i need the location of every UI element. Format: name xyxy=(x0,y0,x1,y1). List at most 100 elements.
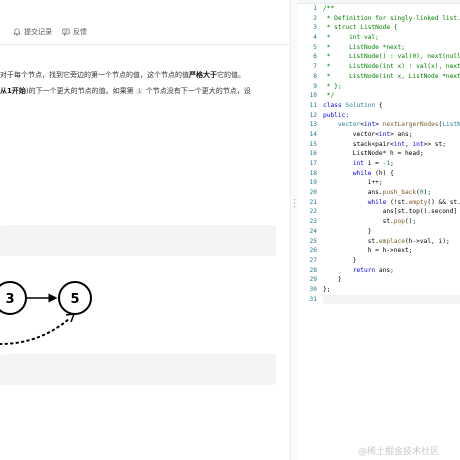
next-larger-dotted-arrow xyxy=(0,317,71,345)
line-number: 15 xyxy=(309,140,317,148)
code-token: Solution xyxy=(345,101,376,109)
code-token: () && st.top().first < h->val) { xyxy=(427,198,460,206)
line-number: 14 xyxy=(309,130,317,138)
drag-handle-icon[interactable] xyxy=(293,198,296,208)
code-token: return xyxy=(352,266,376,274)
code-token: while xyxy=(367,198,387,206)
code-token: } xyxy=(323,227,372,235)
panel-splitter[interactable] xyxy=(290,0,298,460)
code-line[interactable]: * int val; xyxy=(323,33,460,43)
line-number: 3 xyxy=(313,24,317,32)
code-token: } xyxy=(323,256,357,264)
code-line[interactable]: } xyxy=(323,227,460,237)
example-code-block xyxy=(0,225,276,256)
code-token: (h) { xyxy=(371,169,394,177)
line-number: 2 xyxy=(313,14,317,22)
code-token: * ListNode() : val(0), next(nullptr) {} xyxy=(326,53,460,61)
code-token: i++; xyxy=(323,179,383,187)
code-token: ListNode* h = head; xyxy=(323,150,424,158)
example-code-block xyxy=(0,354,276,385)
code-token: class xyxy=(323,101,342,109)
code-token: int xyxy=(378,130,391,138)
code-line[interactable]: return ans; xyxy=(323,266,460,276)
code-line[interactable]: } xyxy=(323,256,460,266)
code-token: pop xyxy=(393,218,405,226)
line-number: 31 xyxy=(309,295,317,303)
line-number: 10 xyxy=(309,92,317,100)
code-editor[interactable]: 1 2 3 4 5 6 7 8 9 10 11 12 13 14 15 16 17 18 19 20 21 22 23 24 2… xyxy=(298,0,460,460)
code-token: }; xyxy=(323,285,331,293)
code-token: /** xyxy=(323,5,335,12)
code-line[interactable]: * ListNode *next; xyxy=(323,43,460,53)
submissions-button[interactable]: 提交记录 xyxy=(13,27,52,37)
description-text: 个节点没有下一个更大的节点，设 xyxy=(145,87,251,95)
code-token: stack<pair< xyxy=(323,140,394,148)
code-line[interactable]: ans[st.top().second] = h->val; xyxy=(323,207,460,217)
code-token: */ xyxy=(323,92,335,100)
description-text: 对于每个节点，找到它旁边的第一个节点的值，这个节点的值 xyxy=(0,71,189,79)
line-number: 9 xyxy=(313,82,317,90)
code-token: empty xyxy=(408,198,428,206)
line-number: 29 xyxy=(309,276,317,284)
code-line[interactable]: i++; xyxy=(323,178,460,188)
code-line[interactable]: }; xyxy=(323,285,460,295)
line-number: 18 xyxy=(309,169,317,177)
code-token: int xyxy=(412,140,424,148)
line-number: 8 xyxy=(313,72,317,80)
line-number: 16 xyxy=(309,150,317,158)
line-number: 30 xyxy=(309,285,317,293)
code-line[interactable]: int i = -1; xyxy=(323,159,460,169)
code-line[interactable]: * }; xyxy=(323,82,460,92)
line-number-gutter: 1 2 3 4 5 6 7 8 9 10 11 12 13 14 15 16 17 18 19 20 21 22 23 24 2… xyxy=(298,4,320,304)
code-token: ; xyxy=(390,160,394,167)
line-number: 19 xyxy=(309,179,317,187)
code-line[interactable]: * ListNode() : val(0), next(nullptr) {} xyxy=(323,52,460,62)
code-line[interactable]: stack<pair<int, int>> st; xyxy=(323,140,460,150)
code-line[interactable]: ans.push_back(0); xyxy=(323,188,460,198)
code-token: } xyxy=(323,276,342,284)
line-number: 21 xyxy=(309,198,317,206)
bell-icon xyxy=(13,28,21,36)
code-token: { xyxy=(375,101,383,109)
code-line[interactable]: class Solution { xyxy=(323,101,460,111)
code-line[interactable]: h = h->next; xyxy=(323,246,460,256)
line-number: 7 xyxy=(313,63,317,71)
code-line[interactable]: while (!st.empty() && st.top().first < h… xyxy=(323,198,460,208)
code-token: * int val; xyxy=(323,34,379,42)
feedback-button[interactable]: 反馈 xyxy=(62,27,87,37)
code-line[interactable]: /** xyxy=(323,4,460,14)
line-number: 1 xyxy=(313,5,317,12)
line-number: 28 xyxy=(309,266,317,274)
code-area[interactable]: /** * Definition for singly-linked list.… xyxy=(323,4,460,305)
code-line[interactable]: vector<int> nextLargerNodes(ListNode* he… xyxy=(323,120,460,130)
code-line[interactable]: st.emplace(h->val, i); xyxy=(323,237,460,247)
code-line[interactable]: public: xyxy=(323,111,460,121)
code-token: st. xyxy=(323,218,394,226)
code-line[interactable]: vector<int> ans; xyxy=(323,130,460,140)
line-number: 6 xyxy=(313,53,317,61)
code-token: (!st. xyxy=(386,198,409,206)
code-token: ans[st.top().second] = h->val; xyxy=(382,208,458,216)
code-token: while xyxy=(352,169,372,177)
code-line[interactable]: * ListNode(int x) : val(x), next(nullptr… xyxy=(323,62,460,72)
code-line[interactable]: */ xyxy=(323,91,460,101)
code-line[interactable]: st.pop(); xyxy=(323,217,460,227)
code-token: * Definition for singly-linked list. xyxy=(323,14,460,22)
code-token: > ans; xyxy=(390,130,413,138)
code-line[interactable]: } xyxy=(323,275,460,285)
line-number: 12 xyxy=(309,111,317,119)
code-line[interactable]: ListNode* h = head; xyxy=(323,149,460,159)
code-line[interactable]: * Definition for singly-linked list. xyxy=(323,14,460,24)
code-line[interactable]: * ListNode(int x, ListNode *next) : val(… xyxy=(323,72,460,82)
code-token: > xyxy=(375,121,383,129)
code-token: int xyxy=(352,160,364,167)
code-line[interactable]: while (h) { xyxy=(323,169,460,179)
code-line[interactable] xyxy=(323,294,460,305)
code-line[interactable]: * struct ListNode { xyxy=(323,23,460,33)
description-line-1: 对于每个节点，找到它旁边的第一个节点的值，这个节点的值严格大于它的值。 xyxy=(0,70,245,80)
code-token: (h->val, i); xyxy=(404,237,450,245)
